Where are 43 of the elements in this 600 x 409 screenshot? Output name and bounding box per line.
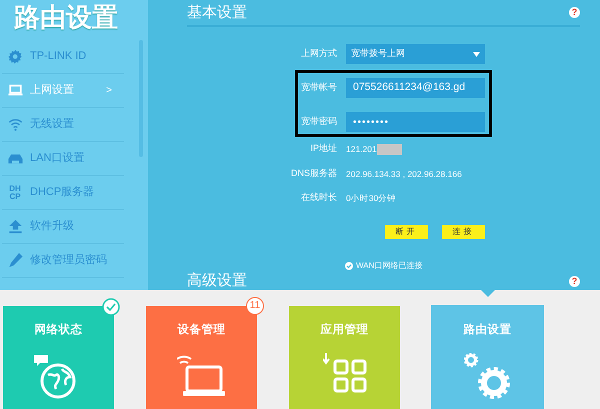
field-label: 上网方式 <box>300 47 337 60</box>
field-label: 宽带帐号 <box>300 81 337 94</box>
field-label: 宽带密码 <box>300 115 337 128</box>
field-label: IP地址 <box>309 142 337 156</box>
wifi-icon <box>8 117 22 132</box>
menu-tile[interactable]: 应用管理 <box>289 306 400 409</box>
sidebar-item[interactable]: DHCP DHCP服务器 <box>2 176 124 210</box>
sidebar-title: 路由设置 <box>13 1 119 34</box>
help-icon[interactable]: ? <box>569 276 580 286</box>
sidebar-item[interactable]: 上网设置 > <box>2 74 124 108</box>
button[interactable]: 连接 <box>442 225 485 239</box>
upload-icon <box>8 219 22 234</box>
sidebar-item[interactable]: 无线设置 <box>2 108 124 142</box>
menu-tile[interactable]: 路由设置 <box>432 306 543 409</box>
status-text: WAN口网络已连接 <box>356 260 422 272</box>
field-label: DNS服务器 <box>290 167 337 180</box>
section-title: 高级设置 <box>187 273 247 289</box>
field-value: 121.201 <box>346 142 377 156</box>
check-icon <box>345 262 353 270</box>
sidebar-item[interactable]: LAN口设置 <box>2 142 124 176</box>
app-grid-icon <box>322 353 366 394</box>
pencil-icon <box>8 253 22 268</box>
gears-icon <box>464 353 512 400</box>
caret-icon <box>473 52 480 56</box>
sidebar-item[interactable]: 软件升级 <box>2 210 124 244</box>
count-badge: 11 <box>246 297 264 315</box>
input-field[interactable]: •••••••• <box>346 112 485 132</box>
help-icon[interactable]: ? <box>569 7 580 18</box>
gear-icon <box>8 49 22 64</box>
sidebar-item[interactable]: 修改管理员密码 <box>2 244 124 278</box>
dropdown[interactable]: 宽带拨号上网 <box>346 44 485 64</box>
redaction-block <box>376 144 402 154</box>
field-label: 在线时长 <box>300 191 337 204</box>
button[interactable]: 断开 <box>385 225 428 239</box>
sidebar-item[interactable]: TP-LINK ID <box>2 40 124 74</box>
laptop-icon <box>8 83 22 98</box>
section-title: 基本设置 <box>187 4 247 20</box>
field-value: 0小时30分钟 <box>346 192 396 204</box>
menu-tile[interactable]: 网络状态 <box>3 306 114 409</box>
check-badge-icon <box>102 298 120 316</box>
field-value: 202.96.134.33 , 202.96.28.166 <box>346 168 462 180</box>
input-field[interactable]: 075526611234@163.gd <box>346 78 485 98</box>
dhcp-icon: DHCP <box>8 184 22 200</box>
